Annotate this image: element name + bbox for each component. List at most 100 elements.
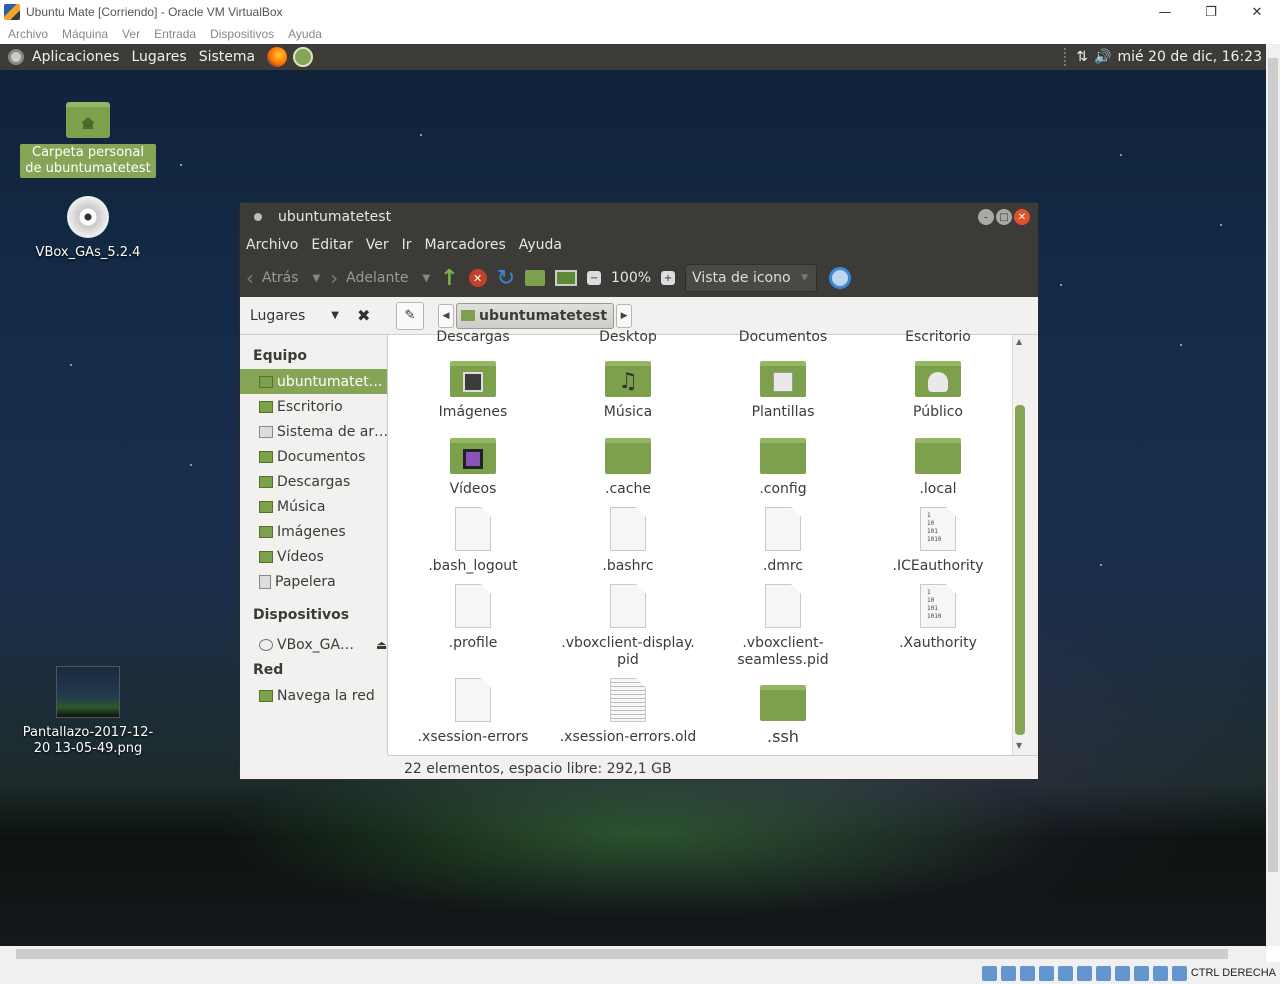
file-item-imagenes[interactable]: Imágenes <box>398 361 548 421</box>
sidebar-item-imagenes[interactable]: Imágenes <box>240 519 387 544</box>
up-arrow-icon[interactable]: ↑ <box>440 266 458 291</box>
audio-icon[interactable] <box>1019 965 1035 981</box>
back-history-dropdown-icon[interactable]: ▼ <box>312 273 320 284</box>
mate-welcome-launcher-icon[interactable] <box>293 47 314 67</box>
file-label[interactable]: Desktop <box>553 329 703 345</box>
desktop-screenshot-file[interactable]: Pantallazo-2017-12-20 13-05-49.png <box>18 666 158 758</box>
close-button[interactable]: ✕ <box>1234 0 1280 24</box>
host-menu-dispositivos[interactable]: Dispositivos <box>210 27 274 41</box>
mouse-integration-icon[interactable] <box>1152 965 1168 981</box>
file-item-musica[interactable]: ♫ Música <box>553 361 703 421</box>
zoom-level[interactable]: 100% <box>611 270 651 286</box>
file-item-iceauthority[interactable]: 1 10 101 1010 .ICEauthority <box>863 507 1013 575</box>
display-icon[interactable] <box>1095 965 1111 981</box>
reload-icon[interactable]: ↻ <box>497 266 515 291</box>
file-label[interactable]: Documentos <box>708 329 858 345</box>
mate-menu-icon[interactable] <box>8 49 24 65</box>
video-capture-icon[interactable] <box>1114 965 1130 981</box>
sidebar-item-escritorio[interactable]: Escritorio <box>240 394 387 419</box>
file-item-xsession-errors-old[interactable]: .xsession-errors.old <box>553 678 703 746</box>
file-item-xauthority[interactable]: 1 10 101 1010 .Xauthority <box>863 584 1013 652</box>
zoom-in-icon[interactable]: + <box>661 271 676 285</box>
file-view-scrollbar[interactable]: ▲ ▼ <box>1012 335 1026 755</box>
file-item-profile[interactable]: .profile <box>398 584 548 652</box>
sidebar-item-papelera[interactable]: Papelera <box>240 569 387 594</box>
sidebar-mode-select[interactable]: Lugares ▼ ✖ <box>240 306 380 325</box>
path-scroll-right-button[interactable]: ▶ <box>616 303 633 328</box>
sidebar-item-filesystem[interactable]: Sistema de ar… <box>240 419 387 444</box>
sidebar-item-descargas[interactable]: Descargas <box>240 469 387 494</box>
caja-menu-editar[interactable]: Editar <box>311 237 352 253</box>
file-item-bashrc[interactable]: .bashrc <box>553 507 703 575</box>
restore-button[interactable]: ❐ <box>1188 0 1234 24</box>
path-scroll-left-button[interactable]: ◀ <box>438 303 454 328</box>
home-icon[interactable] <box>525 270 546 286</box>
sidebar-item-network[interactable]: Navega la red <box>240 683 387 708</box>
usb-icon[interactable] <box>1057 965 1073 981</box>
file-item-vboxclient-seamless[interactable]: .vboxclient- seamless.pid <box>708 584 858 669</box>
host-menu-entrada[interactable]: Entrada <box>154 27 196 41</box>
file-item-config[interactable]: .config <box>708 438 858 498</box>
menu-sistema[interactable]: Sistema <box>199 49 255 65</box>
desktop-cd-drive[interactable]: VBox_GAs_5.2.4 <box>28 196 148 262</box>
caja-menu-ir[interactable]: Ir <box>402 237 412 253</box>
search-icon[interactable] <box>829 267 852 289</box>
file-label[interactable]: Descargas <box>398 329 548 345</box>
file-item-vboxclient-display[interactable]: .vboxclient-display. pid <box>553 584 703 669</box>
firefox-launcher-icon[interactable] <box>267 47 288 67</box>
menu-aplicaciones[interactable]: Aplicaciones <box>32 49 119 65</box>
host-vertical-scroll-thumb[interactable] <box>1268 58 1278 872</box>
file-item-plantillas[interactable]: Plantillas <box>708 361 858 421</box>
file-item-xsession-errors[interactable]: .xsession-errors <box>398 678 548 746</box>
file-label[interactable]: Escritorio <box>863 329 1013 345</box>
sidebar-item-vbox-cd[interactable]: VBox_GA… ⏏ <box>240 632 387 657</box>
window-menu-icon[interactable] <box>254 213 262 221</box>
caja-maximize-button[interactable]: □ <box>996 209 1012 225</box>
host-horizontal-scroll-thumb[interactable] <box>16 949 1228 959</box>
host-vertical-scrollbar[interactable] <box>1266 44 1280 946</box>
keyboard-capture-icon[interactable] <box>1171 965 1187 981</box>
caja-menu-archivo[interactable]: Archivo <box>246 237 298 253</box>
sidebar-item-documentos[interactable]: Documentos <box>240 444 387 469</box>
computer-icon[interactable] <box>555 270 578 286</box>
host-menu-archivo[interactable]: Archivo <box>8 27 48 41</box>
sidebar-item-videos[interactable]: Vídeos <box>240 544 387 569</box>
caja-menu-ver[interactable]: Ver <box>366 237 389 253</box>
host-menu-ayuda[interactable]: Ayuda <box>288 27 322 41</box>
scrollbar-thumb[interactable] <box>1015 405 1025 735</box>
back-button[interactable]: ‹ Atrás ▼ <box>246 266 320 290</box>
file-item-videos[interactable]: Vídeos <box>398 438 548 498</box>
shared-folders-icon[interactable] <box>1076 965 1092 981</box>
file-item-bash-logout[interactable]: .bash_logout <box>398 507 548 575</box>
sidebar-item-home[interactable]: ubuntumatet… <box>240 369 387 394</box>
stop-icon[interactable]: ✕ <box>468 269 487 287</box>
file-item-dmrc[interactable]: .dmrc <box>708 507 858 575</box>
file-item-publico[interactable]: Público <box>863 361 1013 421</box>
edit-location-button[interactable]: ✎ <box>396 301 424 330</box>
network-adapter-icon[interactable] <box>1038 965 1054 981</box>
host-horizontal-scrollbar[interactable] <box>0 946 1266 962</box>
optical-drive-icon[interactable] <box>1000 965 1016 981</box>
cpu-icon[interactable] <box>1133 965 1149 981</box>
path-crumb-home[interactable]: ubuntumatetest <box>456 302 615 329</box>
caja-close-button[interactable]: ✕ <box>1014 209 1030 225</box>
minimize-button[interactable]: — <box>1142 0 1188 24</box>
view-mode-select[interactable]: Vista de icono ▼ <box>685 264 818 292</box>
network-icon[interactable]: ⇅ <box>1076 49 1088 65</box>
hard-disk-icon[interactable] <box>981 965 997 981</box>
caja-menu-marcadores[interactable]: Marcadores <box>425 237 506 253</box>
close-sidebar-icon[interactable]: ✖ <box>357 306 370 325</box>
forward-button[interactable]: › Adelante ▼ <box>330 266 430 290</box>
eject-icon[interactable]: ⏏ <box>376 638 387 652</box>
scroll-up-icon[interactable]: ▲ <box>1016 337 1022 346</box>
caja-minimize-button[interactable]: – <box>978 209 994 225</box>
caja-menu-ayuda[interactable]: Ayuda <box>519 237 562 253</box>
host-menu-maquina[interactable]: Máquina <box>62 27 108 41</box>
scroll-down-icon[interactable]: ▼ <box>1016 741 1022 750</box>
zoom-out-icon[interactable]: − <box>587 271 602 285</box>
host-menu-ver[interactable]: Ver <box>122 27 140 41</box>
desktop-home-folder[interactable]: Carpeta personal de ubuntumatetest <box>20 102 156 178</box>
clock[interactable]: mié 20 de dic, 16:23 <box>1117 49 1262 65</box>
forward-history-dropdown-icon[interactable]: ▼ <box>422 273 430 284</box>
file-item-local[interactable]: .local <box>863 438 1013 498</box>
